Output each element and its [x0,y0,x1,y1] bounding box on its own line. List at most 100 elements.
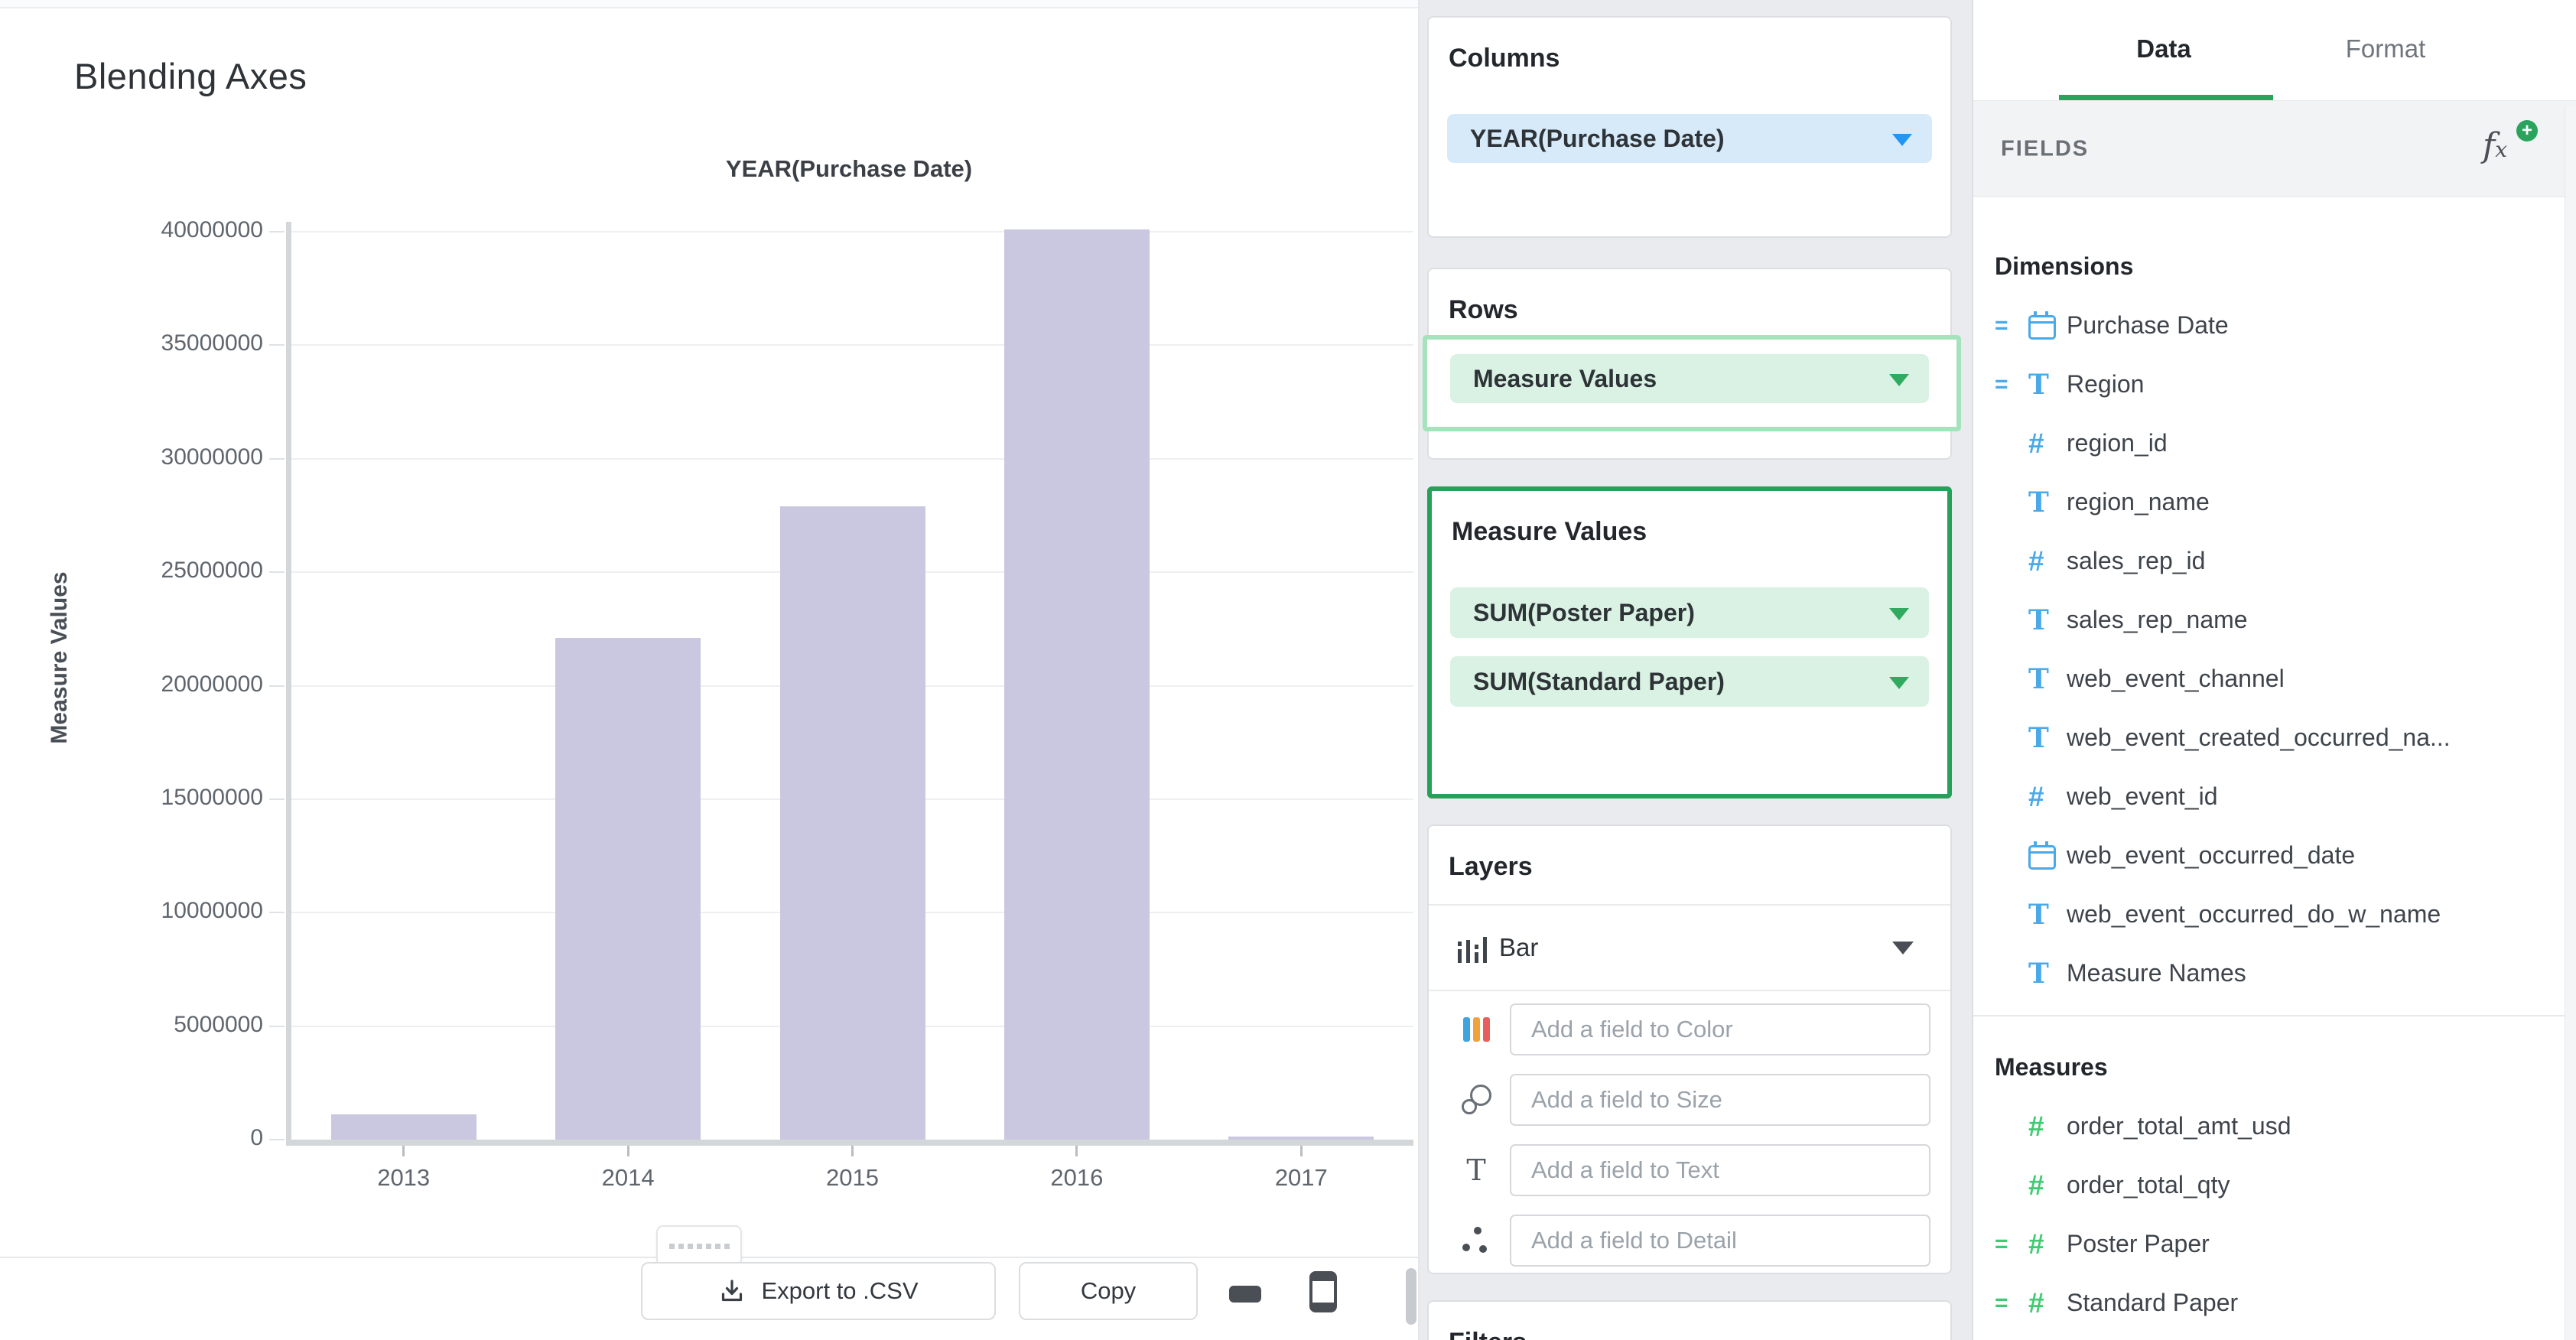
x-axis-tick [626,1146,629,1156]
number-icon: # [2028,1169,2044,1201]
x-axis-tick [851,1146,854,1156]
add-field-to-color-input[interactable] [1510,1003,1930,1055]
field-item[interactable]: =Tsales_rep_name [1995,590,2576,649]
measure-pill-sum-standard-paper[interactable]: SUM(Standard Paper) [1450,656,1929,707]
field-item[interactable]: =Tregion_name [1995,473,2576,532]
field-label: web_event_id [2067,782,2218,810]
field-label: Region [2067,370,2145,398]
page-title: Blending Axes [74,56,307,96]
resize-drag-handle[interactable] [656,1225,742,1267]
field-label: Measure Names [2067,959,2246,987]
size-bubbles-icon [1456,1085,1496,1115]
field-item[interactable]: = # Poster Paper [1995,1215,2576,1273]
y-axis-tick-label: 30000000 [161,444,263,470]
layers-panel: Layers Bar T [1427,824,1952,1274]
size-drop-row [1429,1074,1950,1126]
field-item[interactable]: =Tweb_event_occurred_do_w_name [1995,885,2576,944]
text-type-icon: T [2028,898,2049,931]
field-label: region_name [2067,488,2210,516]
link-equals-badge: = [1995,312,2008,338]
text-type-icon: T [2028,662,2049,695]
rows-shelf-title: Rows [1449,295,1518,324]
x-axis-tick [402,1146,405,1156]
measure-pill-sum-poster-paper[interactable]: SUM(Poster Paper) [1450,587,1929,638]
chart-scrollbar-thumb[interactable] [1406,1268,1416,1325]
section-divider [1973,1015,2576,1016]
bar[interactable] [1003,229,1150,1140]
field-item[interactable]: =#region_id [1995,414,2576,473]
field-list: Dimensions = Purchase Date = T Region = # region… [1973,197,2576,1340]
bar[interactable] [779,506,925,1140]
field-item[interactable]: =Tweb_event_channel [1995,649,2576,708]
columns-pill-year-purchase-date[interactable]: YEAR(Purchase Date) [1447,114,1932,163]
field-item[interactable]: =#order_total_amt_usd [1995,1097,2576,1156]
download-icon [722,1280,743,1302]
chevron-down-icon[interactable] [1892,941,1914,955]
vertical-layout-icon[interactable] [1309,1271,1337,1312]
measure-values-shelf: Measure Values SUM(Poster Paper) SUM(Sta… [1427,486,1952,798]
add-field-to-detail-input[interactable] [1510,1215,1930,1267]
filters-panel: Filters [1427,1300,1952,1340]
rows-pill-measure-values[interactable]: Measure Values [1450,354,1929,403]
field-item[interactable]: = # Standard Paper [1995,1273,2576,1332]
text-label-icon: T [1466,1153,1486,1187]
field-label: order_total_qty [2067,1171,2230,1199]
measure-values-title: Measure Values [1452,517,1647,546]
field-item[interactable]: = Purchase Date [1995,296,2576,355]
horizontal-layout-icon[interactable] [1229,1286,1261,1303]
bar-chart-type-icon [1458,932,1493,963]
field-item[interactable]: =#sales_rep_id [1995,532,2576,590]
add-field-to-size-input[interactable] [1510,1074,1930,1126]
chevron-down-icon[interactable] [1889,608,1909,620]
add-field-to-text-input[interactable] [1510,1144,1930,1196]
field-item[interactable]: =TMeasure Names [1995,944,2576,1003]
chevron-down-icon[interactable] [1889,374,1909,386]
number-icon: # [2028,1228,2044,1260]
text-type-icon: T [2028,957,2049,990]
shelf-panel: Columns YEAR(Purchase Date) Rows Measure… [1420,0,1972,1340]
color-drop-row [1429,1003,1950,1055]
plus-badge-icon: + [2516,119,2538,141]
text-drop-row: T [1429,1144,1950,1196]
number-icon: # [2028,545,2044,577]
tab-data[interactable]: Data [2136,34,2191,63]
top-strip [0,0,1418,8]
text-type-icon: T [2028,486,2049,519]
field-item[interactable]: =#web_event_id [1995,767,2576,826]
field-item[interactable]: =#order_total_qty [1995,1156,2576,1215]
number-icon: # [2028,428,2044,459]
y-axis-tick-label: 25000000 [161,558,263,584]
chevron-down-icon[interactable] [1889,677,1909,689]
text-type-icon: T [2028,603,2049,636]
x-axis-tick-label: 2016 [1050,1164,1104,1191]
chevron-down-icon[interactable] [1892,134,1912,146]
field-item[interactable]: =#web_event_occurred_day [1995,1332,2576,1340]
field-item[interactable]: =Tweb_event_created_occurred_na... [1995,708,2576,767]
export-csv-button[interactable]: Export to .CSV [641,1262,996,1320]
number-icon: # [2028,781,2044,812]
field-label: sales_rep_name [2067,606,2248,633]
copy-button[interactable]: Copy [1019,1262,1198,1320]
y-axis-tick-label: 5000000 [174,1011,263,1037]
inspector-panel: Data Format FIELDS fx + Dimensions = Purch… [1972,0,2576,1340]
chart-type-select[interactable]: Bar [1429,906,1950,990]
y-axis-tick-label: 0 [250,1125,263,1150]
bar[interactable] [555,638,701,1140]
field-label: web_event_occurred_date [2067,841,2356,869]
link-equals-badge: = [1995,1290,2008,1316]
field-item[interactable]: = T Region [1995,355,2576,414]
copy-label: Copy [1080,1277,1137,1304]
gridline [291,344,1413,346]
add-calculated-field-button[interactable]: fx + [2483,119,2538,172]
tab-format[interactable]: Format [2346,34,2426,63]
calendar-icon [2028,311,2067,340]
layers-title: Layers [1449,852,1533,881]
y-axis-tick [269,457,285,460]
fields-header-bar: FIELDS fx + [1973,100,2576,197]
bar[interactable] [330,1114,476,1140]
y-axis-tick-label: 10000000 [161,898,263,924]
measure-pill-label: SUM(Poster Paper) [1473,598,1695,626]
field-item[interactable]: =web_event_occurred_date [1995,826,2576,885]
inspector-scrollbar-track[interactable] [2565,107,2576,1340]
y-axis-tick-label: 35000000 [161,330,263,356]
